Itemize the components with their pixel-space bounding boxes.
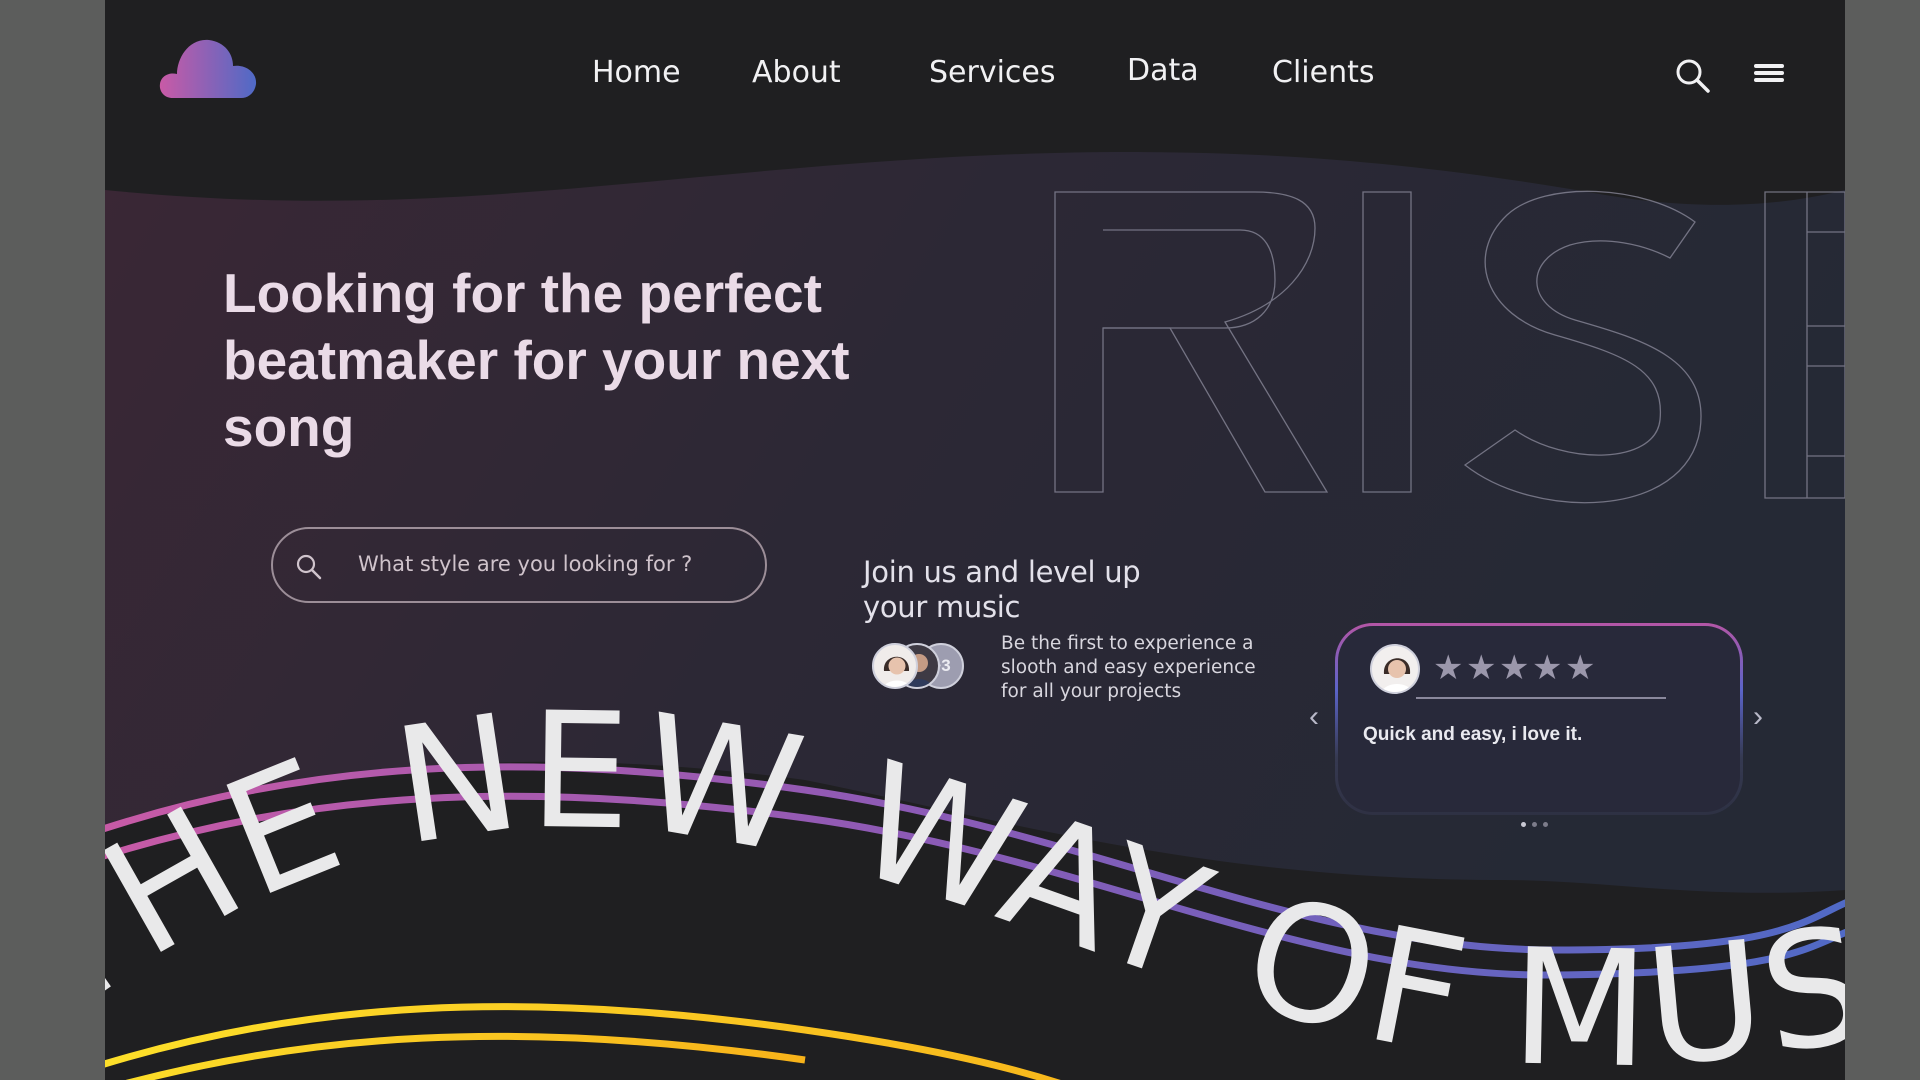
search-placeholder: What style are you looking for ? <box>358 552 693 576</box>
carousel-dot[interactable] <box>1543 822 1548 827</box>
carousel-dot-active[interactable] <box>1521 822 1526 827</box>
nav-data[interactable]: Data <box>1127 53 1199 88</box>
logo[interactable] <box>159 36 259 100</box>
star-icon: ★ <box>1433 649 1464 687</box>
star-icon: ★ <box>1532 649 1563 687</box>
carousel-dot[interactable] <box>1532 822 1537 827</box>
hamburger-menu-icon <box>1754 64 1784 82</box>
carousel-prev-arrow[interactable]: ‹ <box>1309 700 1319 734</box>
carousel-next-arrow[interactable]: › <box>1753 700 1763 734</box>
search-icon <box>296 554 322 580</box>
rating-divider <box>1416 697 1666 699</box>
join-title: Join us and level up your music <box>863 555 1141 624</box>
style-search-input[interactable]: What style are you looking for ? <box>271 527 767 603</box>
review-text: Quick and easy, i love it. <box>1363 724 1583 745</box>
reviewer-avatar <box>1370 644 1420 694</box>
nav-services[interactable]: Services <box>929 55 1056 90</box>
hero-title: Looking for the perfect beatmaker for yo… <box>223 262 850 458</box>
menu-button[interactable] <box>1753 62 1785 86</box>
join-description: Be the first to experience a slooth and … <box>1001 633 1256 702</box>
review-card: ★ ★ ★ ★ ★ Quick and easy, i love it. <box>1335 623 1743 815</box>
page-frame: THE NEW WAY OF MUSI Home About Services … <box>105 0 1845 1080</box>
star-icon: ★ <box>1466 649 1497 687</box>
search-icon <box>1676 59 1710 93</box>
nav-about[interactable]: About <box>752 55 841 90</box>
carousel-dots <box>1521 822 1561 830</box>
avatar <box>872 643 918 689</box>
member-avatars: +3 <box>872 643 982 695</box>
nav-clients[interactable]: Clients <box>1272 55 1374 90</box>
nav-home[interactable]: Home <box>592 55 681 90</box>
cloud-logo-icon <box>159 39 257 98</box>
star-icon: ★ <box>1565 649 1596 687</box>
header-search-button[interactable] <box>1675 58 1711 94</box>
star-icon: ★ <box>1499 649 1530 687</box>
